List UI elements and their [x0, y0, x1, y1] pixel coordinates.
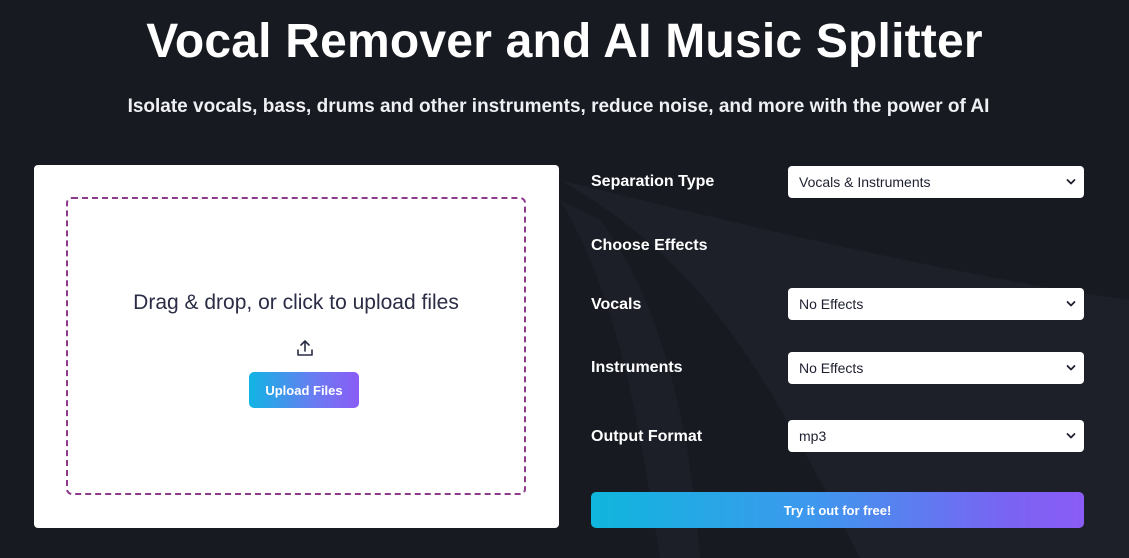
- output-format-value: mp3: [799, 428, 827, 444]
- vocals-label: Vocals: [591, 296, 642, 313]
- choose-effects-heading: Choose Effects: [591, 237, 708, 254]
- vocals-effect-value: No Effects: [799, 296, 864, 312]
- dropzone-prompt: Drag & drop, or click to upload files: [133, 291, 459, 314]
- output-format-label: Output Format: [591, 428, 703, 445]
- instruments-effect-value: No Effects: [799, 360, 864, 376]
- separation-type-select[interactable]: Vocals & Instruments: [788, 166, 1084, 198]
- page-subtitle: Isolate vocals, bass, drums and other in…: [127, 96, 990, 117]
- chevron-down-icon: [1066, 301, 1076, 307]
- instruments-effect-select[interactable]: No Effects: [788, 352, 1084, 384]
- file-dropzone[interactable]: Drag & drop, or click to upload files Up…: [66, 197, 526, 495]
- upload-icon: [297, 340, 313, 356]
- try-for-free-button[interactable]: Try it out for free!: [591, 492, 1084, 528]
- chevron-down-icon: [1066, 179, 1076, 185]
- output-format-select[interactable]: mp3: [788, 420, 1084, 452]
- chevron-down-icon: [1066, 365, 1076, 371]
- upload-files-button[interactable]: Upload Files: [249, 372, 359, 408]
- instruments-label: Instruments: [591, 359, 683, 376]
- upload-card: Drag & drop, or click to upload files Up…: [34, 165, 559, 528]
- page-title: Vocal Remover and AI Music Splitter: [146, 15, 983, 68]
- chevron-down-icon: [1066, 433, 1076, 439]
- vocals-effect-select[interactable]: No Effects: [788, 288, 1084, 320]
- separation-type-label: Separation Type: [591, 173, 715, 190]
- separation-type-value: Vocals & Instruments: [799, 174, 931, 190]
